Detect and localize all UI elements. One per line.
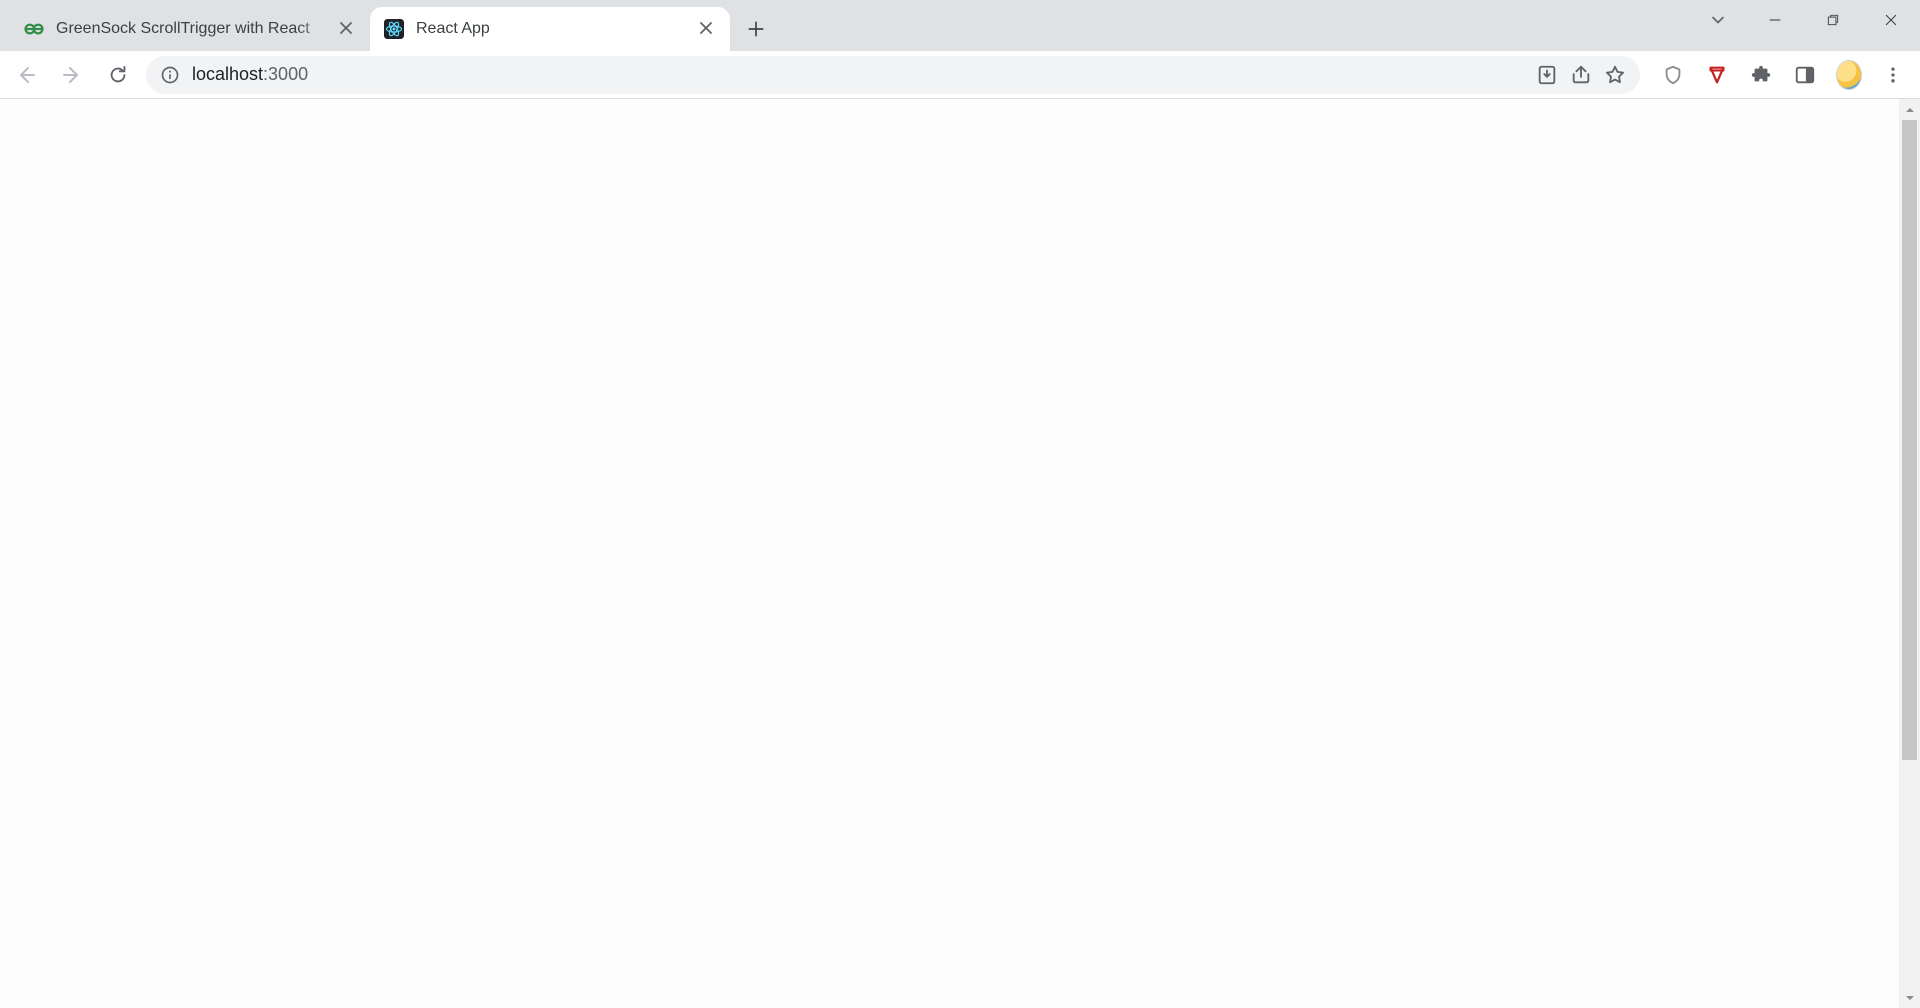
tab-title: React App bbox=[416, 20, 698, 38]
page-scrollbar[interactable] bbox=[1899, 99, 1920, 1008]
nav-back-button[interactable] bbox=[8, 57, 44, 93]
share-icon[interactable] bbox=[1570, 64, 1592, 86]
browser-toolbar: localhost:3000 bbox=[0, 51, 1920, 99]
mcafee-extension-icon[interactable] bbox=[1704, 62, 1730, 88]
nav-reload-button[interactable] bbox=[100, 57, 136, 93]
scrollbar-up-arrow-icon[interactable] bbox=[1899, 99, 1920, 120]
scrollbar-thumb[interactable] bbox=[1902, 120, 1917, 760]
site-info-button[interactable] bbox=[160, 65, 180, 85]
gfg-favicon-icon bbox=[24, 19, 44, 39]
tab-greensock[interactable]: GreenSock ScrollTrigger with React bbox=[10, 7, 370, 51]
chrome-menu-button[interactable] bbox=[1880, 62, 1906, 88]
window-controls bbox=[1690, 0, 1920, 40]
tab-title: GreenSock ScrollTrigger with React bbox=[56, 20, 338, 38]
react-favicon-icon bbox=[384, 19, 404, 39]
page-viewport bbox=[0, 99, 1920, 1008]
nav-forward-button[interactable] bbox=[54, 57, 90, 93]
close-tab-button[interactable] bbox=[698, 20, 716, 38]
bookmark-star-icon[interactable] bbox=[1604, 64, 1626, 86]
url-port: :3000 bbox=[263, 64, 308, 84]
extensions-puzzle-icon[interactable] bbox=[1748, 62, 1774, 88]
window-close-button[interactable] bbox=[1862, 0, 1920, 40]
new-tab-button[interactable] bbox=[738, 11, 774, 47]
tab-strip: GreenSock ScrollTrigger with React React… bbox=[0, 0, 1920, 51]
toolbar-actions bbox=[1650, 62, 1912, 88]
profile-avatar[interactable] bbox=[1836, 62, 1862, 88]
url-host: localhost bbox=[192, 64, 263, 84]
tab-react-app[interactable]: React App bbox=[370, 7, 730, 51]
install-app-icon[interactable] bbox=[1536, 64, 1558, 86]
scrollbar-down-arrow-icon[interactable] bbox=[1899, 987, 1920, 1008]
address-bar[interactable]: localhost:3000 bbox=[146, 56, 1640, 94]
side-panel-icon[interactable] bbox=[1792, 62, 1818, 88]
tab-search-button[interactable] bbox=[1690, 0, 1746, 40]
window-minimize-button[interactable] bbox=[1746, 0, 1804, 40]
window-maximize-button[interactable] bbox=[1804, 0, 1862, 40]
privacy-shield-icon[interactable] bbox=[1660, 62, 1686, 88]
close-tab-button[interactable] bbox=[338, 20, 356, 38]
